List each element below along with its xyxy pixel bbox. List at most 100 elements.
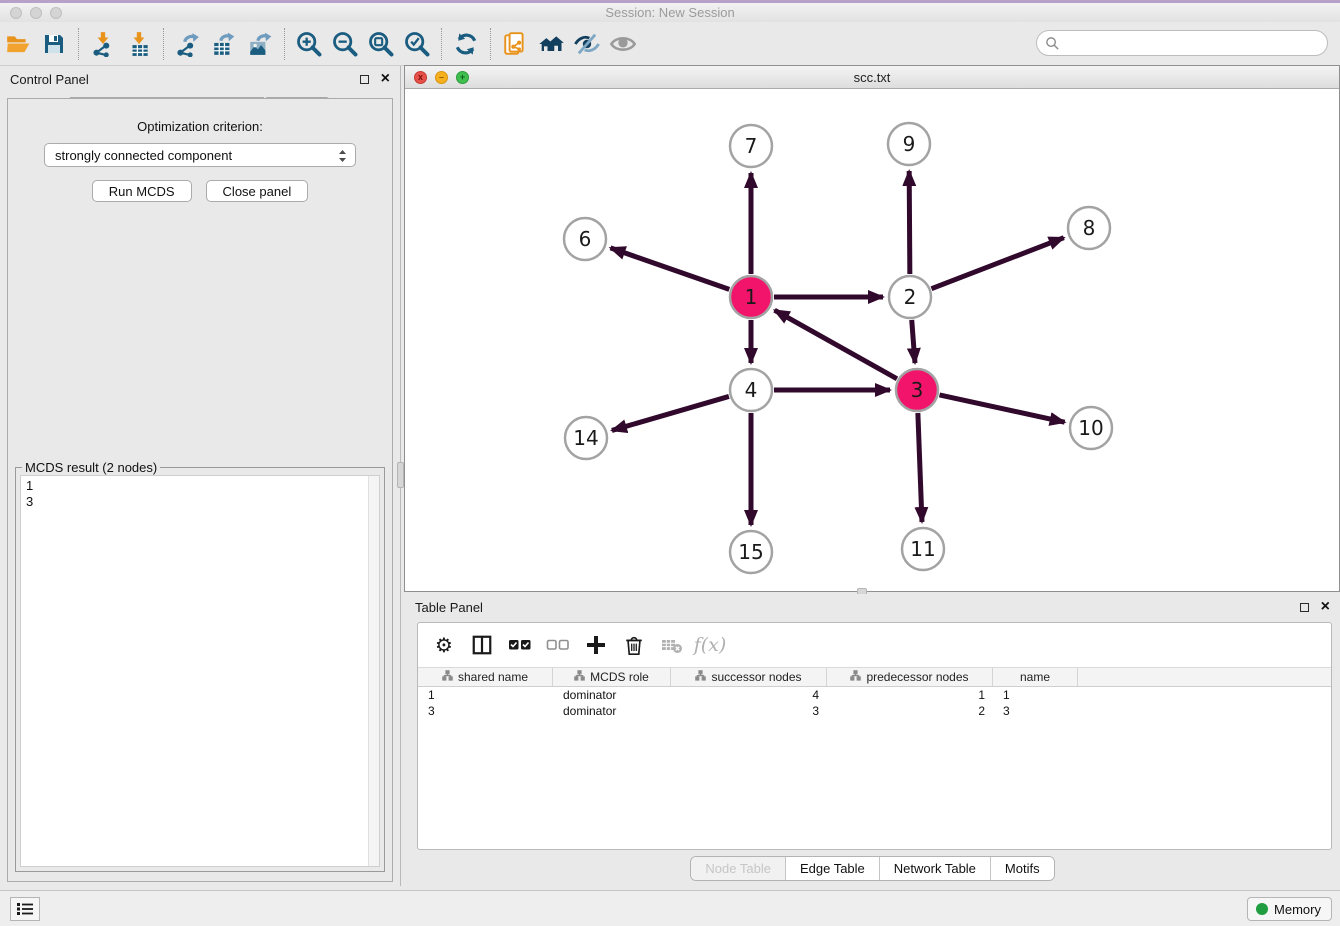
import-network-icon[interactable]: [85, 26, 121, 62]
tab-node-table[interactable]: Node Table: [691, 857, 786, 880]
vertical-splitter-grip[interactable]: [397, 462, 404, 488]
zoom-in-icon[interactable]: [291, 26, 327, 62]
zoom-selected-icon[interactable]: [399, 26, 435, 62]
close-panel-button[interactable]: Close panel: [206, 180, 309, 202]
search-input[interactable]: [1060, 33, 1327, 53]
settings-icon[interactable]: ⚙: [430, 631, 458, 659]
main-toolbar: [0, 22, 1340, 66]
mcds-result-group: MCDS result (2 nodes) 1 3: [15, 467, 385, 872]
table-cell[interactable]: 3: [418, 703, 553, 719]
network-window-controls: x – +: [414, 71, 469, 84]
column-header-shared-name[interactable]: shared name: [418, 668, 553, 686]
apply-layout-icon[interactable]: [448, 26, 484, 62]
column-type-icon: [442, 670, 453, 684]
function-builder-icon: f(x): [696, 631, 724, 659]
table-cell[interactable]: 2: [827, 703, 993, 719]
table-panel-title: Table Panel: [415, 600, 1300, 615]
duplicate-network-icon[interactable]: [497, 26, 533, 62]
home-all-icon[interactable]: [533, 26, 569, 62]
run-mcds-button[interactable]: Run MCDS: [92, 180, 192, 202]
memory-status-icon: [1256, 903, 1268, 915]
table-header-row: shared name MCDS role successor nodes prede…: [418, 667, 1331, 687]
table-cell[interactable]: dominator: [553, 687, 671, 703]
graph-node-label-1: 1: [745, 285, 758, 309]
table-cell[interactable]: 3: [993, 703, 1078, 719]
edge-2-3[interactable]: [912, 320, 915, 363]
float-table-panel-icon[interactable]: [1300, 603, 1309, 612]
table-body: 1dominator4113dominator323: [418, 687, 1331, 719]
node-table-card: ⚙ f(x): [417, 622, 1332, 850]
open-session-icon[interactable]: [0, 26, 36, 62]
memory-button[interactable]: Memory: [1247, 897, 1332, 921]
delete-table-icon: [658, 631, 686, 659]
table-cell[interactable]: dominator: [553, 703, 671, 719]
column-type-icon: [695, 670, 706, 684]
result-scrollbar[interactable]: [368, 476, 379, 866]
select-all-checkboxes-icon[interactable]: [506, 631, 534, 659]
close-table-panel-icon[interactable]: ×: [1321, 601, 1330, 613]
table-cell[interactable]: 3: [671, 703, 827, 719]
selected-option: strongly connected component: [55, 148, 232, 163]
table-row[interactable]: 3dominator323: [418, 703, 1331, 719]
network-canvas[interactable]: 7968124314101511: [405, 89, 1339, 591]
export-image-icon[interactable]: [242, 26, 278, 62]
save-session-icon[interactable]: [36, 26, 72, 62]
memory-label: Memory: [1274, 902, 1321, 917]
edge-3-1[interactable]: [775, 310, 897, 379]
edge-2-9[interactable]: [909, 171, 910, 274]
column-header-name[interactable]: name: [993, 668, 1078, 686]
column-header-label: MCDS role: [590, 670, 649, 684]
edge-3-11[interactable]: [918, 413, 922, 522]
toolbar-separator: [441, 28, 442, 60]
export-network-icon[interactable]: [170, 26, 206, 62]
edge-1-6[interactable]: [610, 248, 729, 290]
network-window-titlebar[interactable]: x – + scc.txt: [405, 66, 1339, 89]
table-row[interactable]: 1dominator411: [418, 687, 1331, 703]
tab-network-table[interactable]: Network Table: [880, 857, 991, 880]
column-header-MCDS-role[interactable]: MCDS role: [553, 668, 671, 686]
tab-motifs[interactable]: Motifs: [991, 857, 1054, 880]
mcds-result-area[interactable]: 1 3: [20, 475, 380, 867]
graph-node-label-8: 8: [1083, 216, 1096, 240]
zoom-out-icon[interactable]: [327, 26, 363, 62]
delete-column-icon[interactable]: [620, 631, 648, 659]
graph-node-label-7: 7: [745, 134, 758, 158]
add-column-icon[interactable]: [582, 631, 610, 659]
hide-selected-icon[interactable]: [569, 26, 605, 62]
network-minimize-button[interactable]: –: [435, 71, 448, 84]
network-maximize-button[interactable]: +: [456, 71, 469, 84]
column-header-predecessor-nodes[interactable]: predecessor nodes: [827, 668, 993, 686]
column-header-label: predecessor nodes: [866, 670, 968, 684]
table-cell[interactable]: 1: [827, 687, 993, 703]
optimization-criterion-select[interactable]: strongly connected component: [44, 143, 356, 167]
tab-edge-table[interactable]: Edge Table: [786, 857, 880, 880]
chevron-updown-icon: [337, 147, 348, 168]
graph-node-label-3: 3: [911, 378, 924, 402]
edge-4-14[interactable]: [612, 396, 729, 430]
float-panel-icon[interactable]: [360, 75, 369, 84]
edge-3-10[interactable]: [939, 395, 1064, 422]
deselect-all-checkboxes-icon[interactable]: [544, 631, 572, 659]
graph-node-label-4: 4: [745, 378, 758, 402]
close-panel-icon[interactable]: ×: [381, 73, 390, 85]
table-cell[interactable]: 1: [993, 687, 1078, 703]
import-table-icon[interactable]: [121, 26, 157, 62]
network-close-button[interactable]: x: [414, 71, 427, 84]
column-header-label: shared name: [458, 670, 528, 684]
table-cell[interactable]: 1: [418, 687, 553, 703]
control-panel-title: Control Panel: [10, 72, 360, 87]
zoom-fit-icon[interactable]: [363, 26, 399, 62]
network-canvas-svg[interactable]: 7968124314101511: [405, 89, 1339, 591]
list-icon: [16, 901, 34, 917]
column-header-successor-nodes[interactable]: successor nodes: [671, 668, 827, 686]
table-cell[interactable]: 4: [671, 687, 827, 703]
split-view-icon[interactable]: [468, 631, 496, 659]
export-table-icon[interactable]: [206, 26, 242, 62]
task-history-button[interactable]: [10, 897, 40, 921]
status-bar: Memory: [0, 890, 1340, 926]
control-panel: Control Panel × NetworkStyleSelectMCDS O…: [0, 66, 401, 886]
edge-2-8[interactable]: [931, 238, 1063, 289]
search-box[interactable]: [1036, 30, 1328, 56]
table-tabs-group: Node TableEdge TableNetwork TableMotifs: [690, 856, 1054, 881]
graph-node-label-11: 11: [910, 537, 935, 561]
